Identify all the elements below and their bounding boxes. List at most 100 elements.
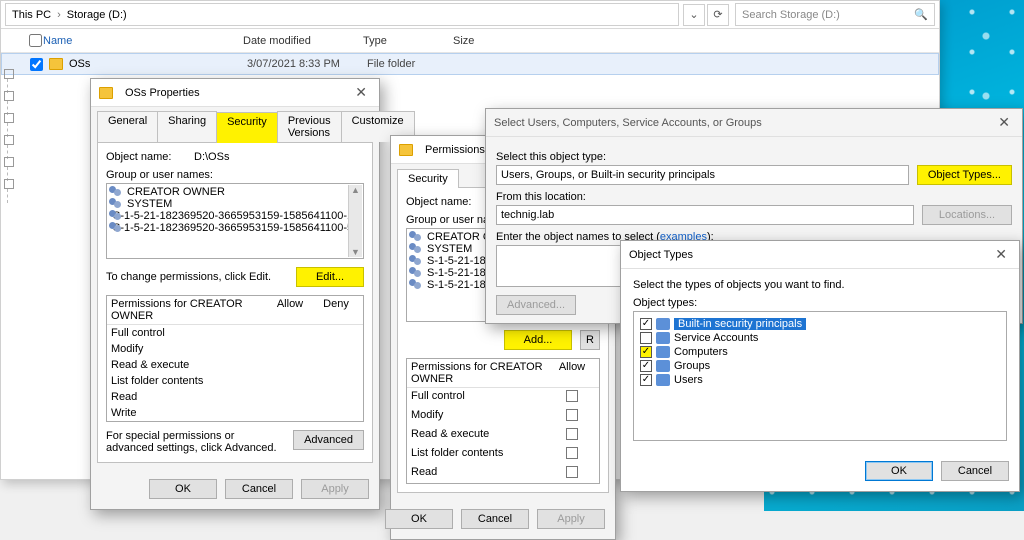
object-types-button[interactable]: Object Types... (917, 165, 1012, 185)
allow-checkbox[interactable] (566, 390, 578, 402)
advanced-button[interactable]: Advanced... (496, 295, 576, 315)
ok-button[interactable]: OK (149, 479, 217, 499)
locations-button[interactable]: Locations... (922, 205, 1012, 225)
advanced-text: For special permissions or advanced sett… (106, 430, 283, 454)
object-name-value: D:\OSs (194, 151, 229, 163)
address-bar: This PC › Storage (D:) ⌄ ⟳ Search Storag… (1, 1, 939, 29)
properties-titlebar[interactable]: OSs Properties ✕ (91, 79, 379, 107)
cancel-button[interactable]: Cancel (461, 509, 529, 529)
file-date: 3/07/2021 8:33 PM (247, 58, 367, 70)
breadcrumb-separator: › (57, 9, 61, 21)
perm-row: Modify (107, 341, 363, 357)
object-type-label: Computers (674, 346, 728, 358)
file-row[interactable]: OSs 3/07/2021 8:33 PM File folder (1, 53, 939, 75)
allow-checkbox[interactable] (566, 428, 578, 440)
allow-header: Allow (549, 361, 595, 385)
scrollbar[interactable] (348, 185, 362, 257)
ok-button[interactable]: OK (865, 461, 933, 481)
cancel-button[interactable]: Cancel (225, 479, 293, 499)
allow-checkbox[interactable] (566, 409, 578, 421)
object-type-item[interactable]: ✓ Computers (640, 346, 1000, 358)
select-users-titlebar[interactable]: Select Users, Computers, Service Account… (486, 109, 1022, 137)
location-label: From this location: (496, 191, 1012, 203)
allow-checkbox[interactable] (566, 466, 578, 478)
users-icon (109, 198, 123, 210)
tab-sharing[interactable]: Sharing (157, 111, 217, 142)
folder-icon (49, 58, 63, 70)
object-type-label: Service Accounts (674, 332, 758, 344)
group-users-label: Group or user names: (106, 169, 364, 181)
perm-row: Read & execute (107, 357, 363, 373)
search-input[interactable]: Search Storage (D:) 🔍 (735, 3, 935, 26)
close-button[interactable]: ✕ (351, 84, 371, 101)
col-type[interactable]: Type (363, 35, 453, 47)
checkbox[interactable]: ✓ (640, 318, 652, 330)
object-type-item[interactable]: ✓Users (640, 374, 1000, 386)
perm-row: Full control (407, 388, 599, 407)
checkbox[interactable]: ✓ (640, 360, 652, 372)
refresh-button[interactable]: ⟳ (707, 4, 729, 26)
object-types-tree[interactable]: ✓ Built-in security principals Service Acc… (633, 311, 1007, 441)
perm-row: List folder contents (407, 445, 599, 464)
search-placeholder: Search Storage (D:) (742, 9, 840, 21)
apply-button[interactable]: Apply (301, 479, 369, 499)
breadcrumb-item[interactable]: Storage (D:) (67, 9, 127, 21)
permissions-buttons: OK Cancel Apply (391, 499, 615, 539)
add-button[interactable]: Add... (504, 330, 572, 350)
perm-row: Read (107, 389, 363, 405)
folder-icon (399, 144, 413, 156)
location-field: technig.lab (496, 205, 914, 225)
properties-tabs: General Sharing Security Previous Versio… (91, 107, 379, 142)
object-type-label: Built-in security principals (674, 318, 806, 330)
group-users-list[interactable]: CREATOR OWNER SYSTEM S-1-5-21-182369520-… (106, 183, 364, 259)
object-type-item[interactable]: Service Accounts (640, 332, 1000, 344)
object-types-buttons: OK Cancel (621, 451, 1019, 491)
nav-tree-stub (1, 57, 17, 357)
row-checkbox[interactable] (30, 58, 43, 71)
select-all-checkbox[interactable] (29, 34, 42, 47)
object-type-item[interactable]: ✓Groups (640, 360, 1000, 372)
breadcrumb-item[interactable]: This PC (12, 9, 51, 21)
apply-button[interactable]: Apply (537, 509, 605, 529)
object-name-label: Object name: (406, 196, 486, 208)
col-size[interactable]: Size (453, 35, 513, 47)
ok-button[interactable]: OK (385, 509, 453, 529)
permissions-table: Permissions for CREATOR OWNER Allow Full… (406, 358, 600, 484)
object-type-item[interactable]: ✓ Built-in security principals (640, 318, 1000, 330)
list-item[interactable]: CREATOR OWNER (109, 186, 361, 198)
object-types-titlebar[interactable]: Object Types ✕ (621, 241, 1019, 269)
tab-general[interactable]: General (97, 111, 158, 142)
close-button[interactable]: ✕ (991, 246, 1011, 263)
users-icon (409, 231, 423, 243)
cancel-button[interactable]: Cancel (941, 461, 1009, 481)
advanced-button[interactable]: Advanced (293, 430, 364, 450)
properties-body: Object name: D:\OSs Group or user names:… (97, 142, 373, 463)
object-name-label: Object name: (106, 151, 186, 163)
checkbox[interactable] (640, 332, 652, 344)
perm-row: List folder contents (107, 373, 363, 389)
tab-previous-versions[interactable]: Previous Versions (277, 111, 342, 142)
perm-row: Modify (407, 407, 599, 426)
remove-button[interactable]: R (580, 330, 600, 350)
dialog-title: Select Users, Computers, Service Account… (494, 117, 762, 129)
close-button[interactable]: ✕ (994, 114, 1014, 131)
users-icon (109, 186, 123, 198)
list-item[interactable]: S-1-5-21-182369520-3665953159-1585641100… (109, 222, 361, 234)
col-name[interactable]: Name (43, 35, 243, 47)
search-icon: 🔍 (914, 8, 928, 21)
tab-security[interactable]: Security (216, 112, 278, 143)
checkbox[interactable]: ✓ (640, 374, 652, 386)
breadcrumb[interactable]: This PC › Storage (D:) (5, 3, 679, 26)
deny-header: Deny (313, 298, 359, 322)
checkbox[interactable]: ✓ (640, 346, 652, 358)
list-item[interactable]: S-1-5-21-182369520-3665953159-1585641100… (109, 210, 361, 222)
col-date[interactable]: Date modified (243, 35, 363, 47)
edit-button[interactable]: Edit... (296, 267, 364, 287)
perm-row: Write (107, 405, 363, 421)
tab-security[interactable]: Security (397, 169, 459, 188)
history-dropdown[interactable]: ⌄ (683, 4, 705, 26)
perm-row: Full control (107, 325, 363, 341)
allow-checkbox[interactable] (566, 447, 578, 459)
list-item[interactable]: SYSTEM (109, 198, 361, 210)
users-icon (409, 267, 423, 279)
